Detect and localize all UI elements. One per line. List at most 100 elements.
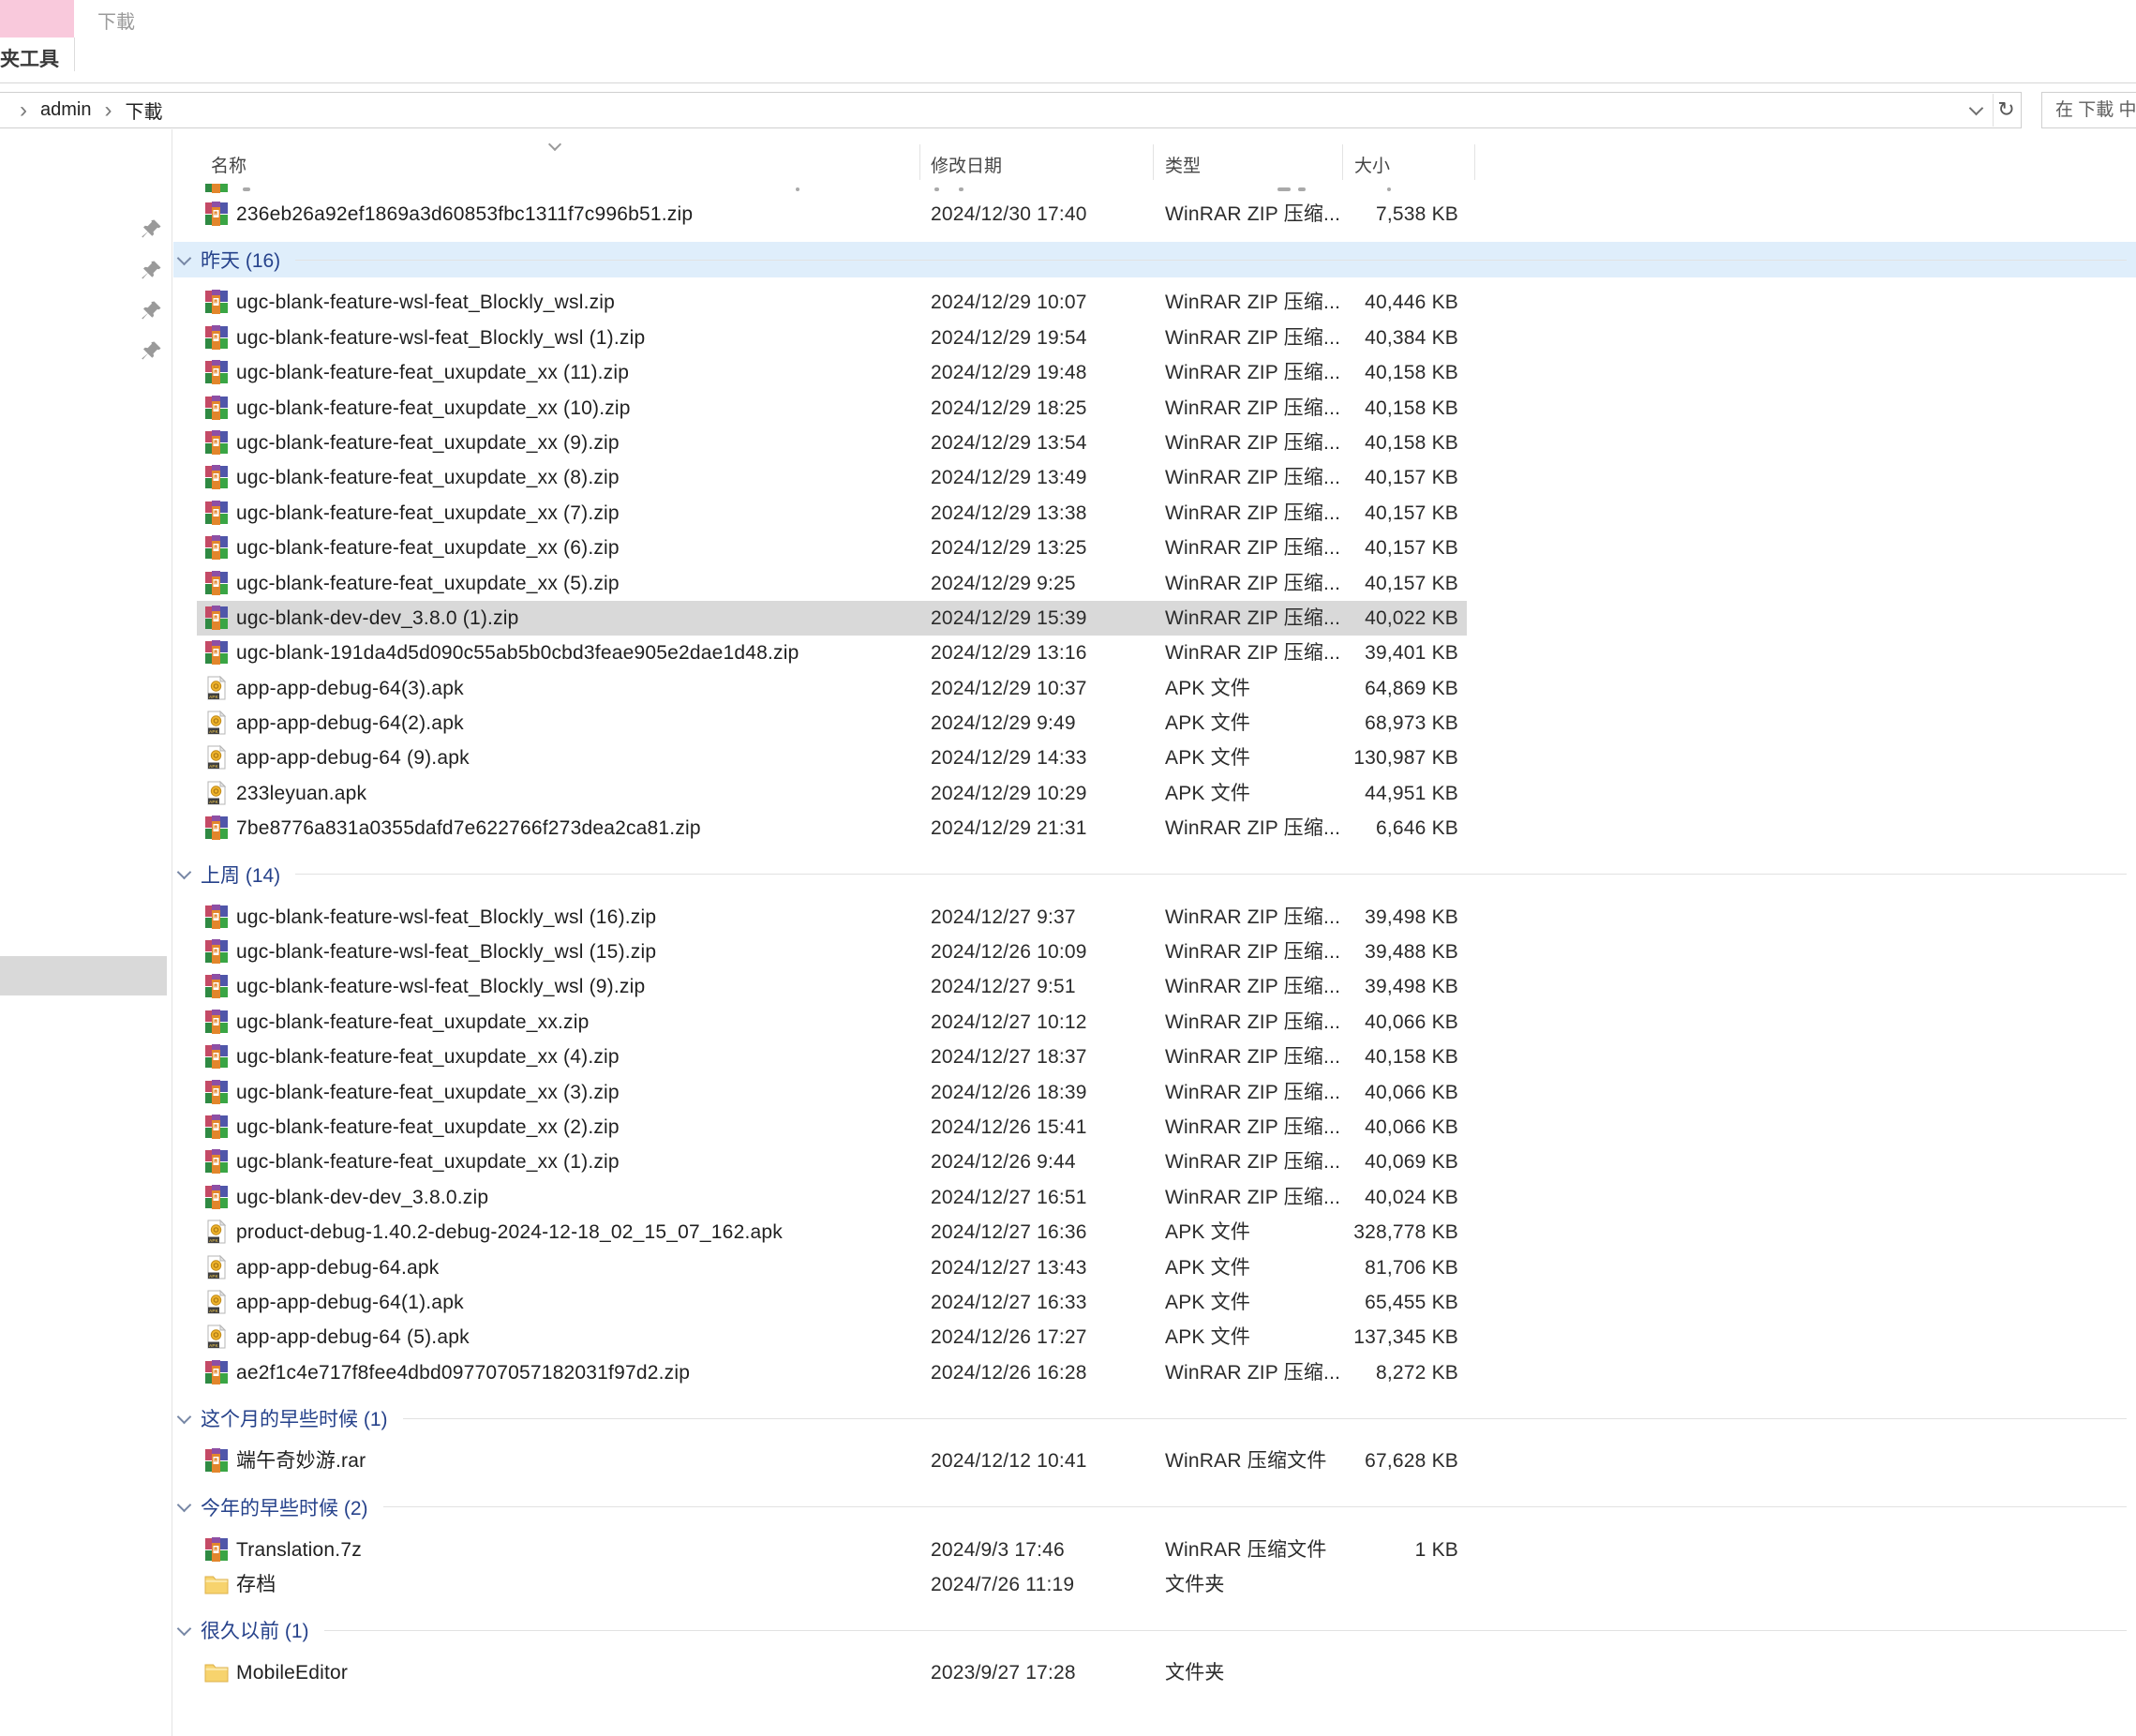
address-dropdown-button[interactable] [1963, 93, 1991, 127]
pushpin-icon[interactable] [141, 299, 165, 323]
column-header-date[interactable]: 修改日期 [931, 152, 1002, 177]
winrar-archive-icon [204, 290, 229, 314]
file-date-modified: 2024/12/26 17:27 [931, 1320, 1087, 1354]
file-row[interactable]: APK app-app-debug-64 (5).apk2024/12/26 1… [173, 1320, 2136, 1354]
file-date-modified: 2024/9/3 17:46 [931, 1533, 1065, 1567]
file-row[interactable]: ugc-blank-feature-wsl-feat_Blockly_wsl (… [173, 969, 2136, 1004]
file-date-modified: 2024/12/29 10:29 [931, 776, 1087, 811]
file-type: WinRAR ZIP 压缩... [1165, 566, 1340, 601]
file-row[interactable]: ugc-blank-feature-feat_uxupdate_xx (8).z… [173, 460, 2136, 495]
file-name: Translation.7z [236, 1533, 362, 1567]
file-name: app-app-debug-64 (5).apk [236, 1320, 470, 1354]
file-row[interactable]: ugc-blank-feature-feat_uxupdate_xx (10).… [173, 391, 2136, 426]
address-bar[interactable]: › admin › 下載 ↻ [0, 92, 2022, 128]
file-list-body: 236eb26a92ef1869a3d60853fbc1311f7c996b51… [173, 197, 2136, 1691]
file-name: app-app-debug-64(1).apk [236, 1285, 464, 1320]
column-header-type[interactable]: 类型 [1165, 152, 1201, 177]
pushpin-icon[interactable] [141, 217, 165, 242]
group-collapse-chevron-icon [177, 1622, 192, 1637]
group-header[interactable]: 昨天 (16) [173, 242, 2136, 277]
file-type: WinRAR ZIP 压缩... [1165, 355, 1340, 390]
tab-folder-tools[interactable]: 夹工具 [0, 37, 75, 71]
column-divider[interactable] [1474, 144, 1475, 180]
group-collapse-chevron-icon [177, 865, 192, 880]
file-row[interactable]: APK product-debug-1.40.2-debug-2024-12-1… [173, 1215, 2136, 1250]
file-row[interactable]: ugc-blank-dev-dev_3.8.0.zip2024/12/27 16… [173, 1180, 2136, 1215]
pushpin-icon[interactable] [141, 259, 165, 283]
breadcrumb-item-downloads[interactable]: 下載 [125, 97, 162, 124]
file-size: 40,158 KB [1342, 1040, 1458, 1074]
file-name: ugc-blank-feature-feat_uxupdate_xx (1).z… [236, 1145, 620, 1179]
file-date-modified: 2024/12/27 9:51 [931, 969, 1076, 1004]
file-row[interactable]: ugc-blank-191da4d5d090c55ab5b0cbd3feae90… [173, 636, 2136, 670]
file-row[interactable]: APK app-app-debug-64(3).apk2024/12/29 10… [173, 671, 2136, 706]
group-header[interactable]: 今年的早些时候 (2) [173, 1489, 2136, 1525]
file-row[interactable]: 236eb26a92ef1869a3d60853fbc1311f7c996b51… [173, 197, 2136, 232]
file-row[interactable]: ugc-blank-feature-feat_uxupdate_xx (1).z… [173, 1145, 2136, 1179]
file-row[interactable]: ugc-blank-feature-wsl-feat_Blockly_wsl (… [173, 935, 2136, 969]
column-divider[interactable] [919, 144, 920, 180]
column-header-size[interactable]: 大小 [1354, 152, 1390, 177]
group-label: 昨天 (16) [201, 246, 280, 274]
file-row[interactable]: APK app-app-debug-64(2).apk2024/12/29 9:… [173, 706, 2136, 741]
winrar-archive-icon [204, 535, 229, 560]
file-row[interactable]: 存档2024/7/26 11:19文件夹 [173, 1567, 2136, 1602]
file-row[interactable]: 7be8776a831a0355dafd7e622766f273dea2ca81… [173, 811, 2136, 846]
file-row[interactable]: ugc-blank-feature-feat_uxupdate_xx (3).z… [173, 1075, 2136, 1110]
file-row[interactable]: ugc-blank-feature-wsl-feat_Blockly_wsl (… [173, 900, 2136, 935]
file-row[interactable]: APK app-app-debug-64.apk2024/12/27 13:43… [173, 1250, 2136, 1285]
refresh-button[interactable]: ↻ [1994, 93, 2019, 127]
pushpin-icon[interactable] [141, 339, 165, 364]
svg-text:APK: APK [209, 800, 219, 804]
file-type: WinRAR ZIP 压缩... [1165, 900, 1340, 935]
group-header[interactable]: 上周 (14) [173, 857, 2136, 892]
file-type: APK 文件 [1165, 1320, 1250, 1354]
file-row[interactable]: ugc-blank-feature-feat_uxupdate_xx (4).z… [173, 1040, 2136, 1074]
file-list: 名称 修改日期 类型 大小 [173, 139, 2136, 1736]
column-divider[interactable] [1153, 144, 1154, 180]
file-type: APK 文件 [1165, 741, 1250, 775]
file-name: ugc-blank-feature-feat_uxupdate_xx (4).z… [236, 1040, 620, 1074]
file-type: WinRAR ZIP 压缩... [1165, 1075, 1340, 1110]
file-row[interactable]: ugc-blank-feature-feat_uxupdate_xx.zip20… [173, 1005, 2136, 1040]
sidebar-item-highlight[interactable] [0, 956, 167, 995]
file-type: WinRAR ZIP 压缩... [1165, 636, 1340, 670]
file-row[interactable]: 端午奇妙游.rar2024/12/12 10:41WinRAR 压缩文件67,6… [173, 1444, 2136, 1478]
window-title: 下載 [97, 7, 135, 34]
file-size: 44,951 KB [1342, 776, 1458, 811]
file-row[interactable]: ugc-blank-feature-feat_uxupdate_xx (2).z… [173, 1110, 2136, 1145]
file-type: WinRAR ZIP 压缩... [1165, 601, 1340, 636]
file-type: WinRAR ZIP 压缩... [1165, 285, 1340, 320]
file-row[interactable]: Translation.7z2024/9/3 17:46WinRAR 压缩文件1… [173, 1533, 2136, 1567]
file-row[interactable]: MobileEditor2023/9/27 17:28文件夹 [173, 1655, 2136, 1690]
file-name: ugc-blank-191da4d5d090c55ab5b0cbd3feae90… [236, 636, 799, 670]
file-row[interactable]: APK 233leyuan.apk2024/12/29 10:29APK 文件4… [173, 776, 2136, 811]
file-date-modified: 2024/12/29 14:33 [931, 741, 1087, 775]
breadcrumb-item-admin[interactable]: admin [40, 99, 91, 121]
file-row[interactable]: ugc-blank-feature-feat_uxupdate_xx (7).z… [173, 496, 2136, 531]
search-input[interactable] [2042, 93, 2136, 127]
file-row[interactable]: ugc-blank-feature-wsl-feat_Blockly_wsl.z… [173, 285, 2136, 320]
winrar-archive-icon [204, 1044, 229, 1069]
apk-file-icon: APK [204, 781, 229, 805]
file-row[interactable]: ugc-blank-feature-feat_uxupdate_xx (6).z… [173, 531, 2136, 565]
file-row[interactable]: ugc-blank-feature-wsl-feat_Blockly_wsl (… [173, 321, 2136, 355]
file-row[interactable]: ugc-blank-feature-feat_uxupdate_xx (5).z… [173, 566, 2136, 601]
group-header[interactable]: 很久以前 (1) [173, 1612, 2136, 1648]
file-type: WinRAR 压缩文件 [1165, 1444, 1327, 1478]
column-divider[interactable] [1342, 144, 1343, 180]
group-label: 很久以前 (1) [201, 1616, 309, 1644]
file-type: WinRAR ZIP 压缩... [1165, 1005, 1340, 1040]
file-type: WinRAR ZIP 压缩... [1165, 426, 1340, 460]
file-row[interactable]: APK app-app-debug-64(1).apk2024/12/27 16… [173, 1285, 2136, 1320]
group-header[interactable]: 这个月的早些时候 (1) [173, 1400, 2136, 1436]
file-row[interactable]: ugc-blank-feature-feat_uxupdate_xx (11).… [173, 355, 2136, 390]
folder-icon [204, 1660, 229, 1684]
file-row[interactable]: ugc-blank-dev-dev_3.8.0 (1).zip2024/12/2… [173, 601, 2136, 636]
file-row[interactable]: ae2f1c4e717f8fee4dbd097707057182031f97d2… [173, 1355, 2136, 1390]
file-name: MobileEditor [236, 1655, 348, 1690]
column-header-name[interactable]: 名称 [211, 152, 246, 177]
file-row[interactable]: APK app-app-debug-64 (9).apk2024/12/29 1… [173, 741, 2136, 775]
file-row[interactable]: ugc-blank-feature-feat_uxupdate_xx (9).z… [173, 426, 2136, 460]
file-date-modified: 2024/12/30 17:40 [931, 197, 1087, 232]
